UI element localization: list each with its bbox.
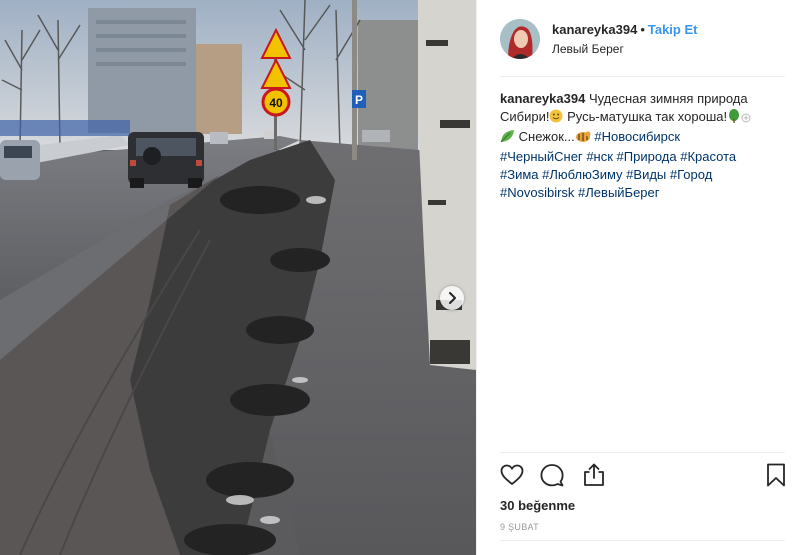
caption-text-3: Снежок... — [518, 129, 575, 144]
parking-sign-text: P — [355, 93, 363, 107]
divider — [500, 452, 785, 453]
hashtag-link[interactable]: #Город — [670, 167, 712, 182]
hashtag-link[interactable]: #Новосибирск — [594, 129, 680, 144]
post-caption: kanareyka394 Чудесная зимняя природа Сиб… — [500, 90, 790, 202]
location-link[interactable]: Левый Берег — [552, 42, 624, 56]
hashtag-link[interactable]: #ЛюблюЗиму — [542, 167, 622, 182]
comment-button[interactable] — [539, 462, 565, 488]
hashtag-link[interactable]: #Зима — [500, 167, 539, 182]
save-button[interactable] — [763, 462, 789, 488]
likes-count[interactable]: 30 beğenme — [500, 498, 575, 513]
hashtag-link[interactable]: #Природа — [617, 149, 677, 164]
hashtag-link[interactable]: #Виды — [626, 167, 666, 182]
divider — [500, 76, 785, 77]
comment-icon — [540, 464, 564, 487]
hashtag-link[interactable]: #нск — [586, 149, 613, 164]
hashtag-link[interactable]: #ЛевыйБерег — [578, 185, 659, 200]
caption-username-link[interactable]: kanareyka394 — [500, 91, 585, 106]
leaf-icon — [500, 129, 515, 148]
share-button[interactable] — [581, 462, 607, 488]
bookmark-icon — [767, 463, 785, 487]
sparkle-icon — [741, 110, 751, 128]
share-icon — [584, 463, 604, 486]
avatar[interactable] — [500, 19, 540, 59]
post-date[interactable]: 9 Şubat — [500, 522, 539, 532]
separator-dot: • — [640, 22, 645, 37]
speed-limit-sign-text: 40 — [269, 96, 283, 110]
smiling-face-icon — [549, 109, 563, 128]
post-details-panel: kanareyka394 • Takip Et Левый Берег kanare… — [476, 0, 805, 555]
caption-text-2: Русь-матушка так хороша! — [567, 109, 728, 124]
post-actions — [499, 462, 787, 490]
divider — [500, 540, 785, 541]
tiger-icon — [575, 129, 591, 148]
post-header: kanareyka394 • Takip Et Левый Берег — [477, 0, 805, 76]
hashtag-link[interactable]: #ЧерныйСнег — [500, 149, 583, 164]
heart-icon — [500, 464, 524, 485]
post-photo[interactable]: 40 P — [0, 0, 476, 555]
winter-street-photo: 40 P — [0, 0, 476, 555]
like-button[interactable] — [499, 462, 525, 488]
username-link[interactable]: kanareyka394 — [552, 22, 637, 37]
hashtag-link[interactable]: #Novosibirsk — [500, 185, 574, 200]
hashtag-link[interactable]: #Красота — [680, 149, 736, 164]
follow-button[interactable]: Takip Et — [648, 22, 698, 37]
next-photo-button[interactable] — [440, 286, 464, 310]
chevron-right-icon — [449, 292, 456, 304]
header-user-line: kanareyka394 • Takip Et — [552, 22, 697, 37]
profile-photo — [500, 19, 540, 59]
evergreen-tree-icon — [727, 109, 741, 128]
instagram-post: 40 P kanareyka394 • Takip Et Левый Берег… — [0, 0, 805, 555]
